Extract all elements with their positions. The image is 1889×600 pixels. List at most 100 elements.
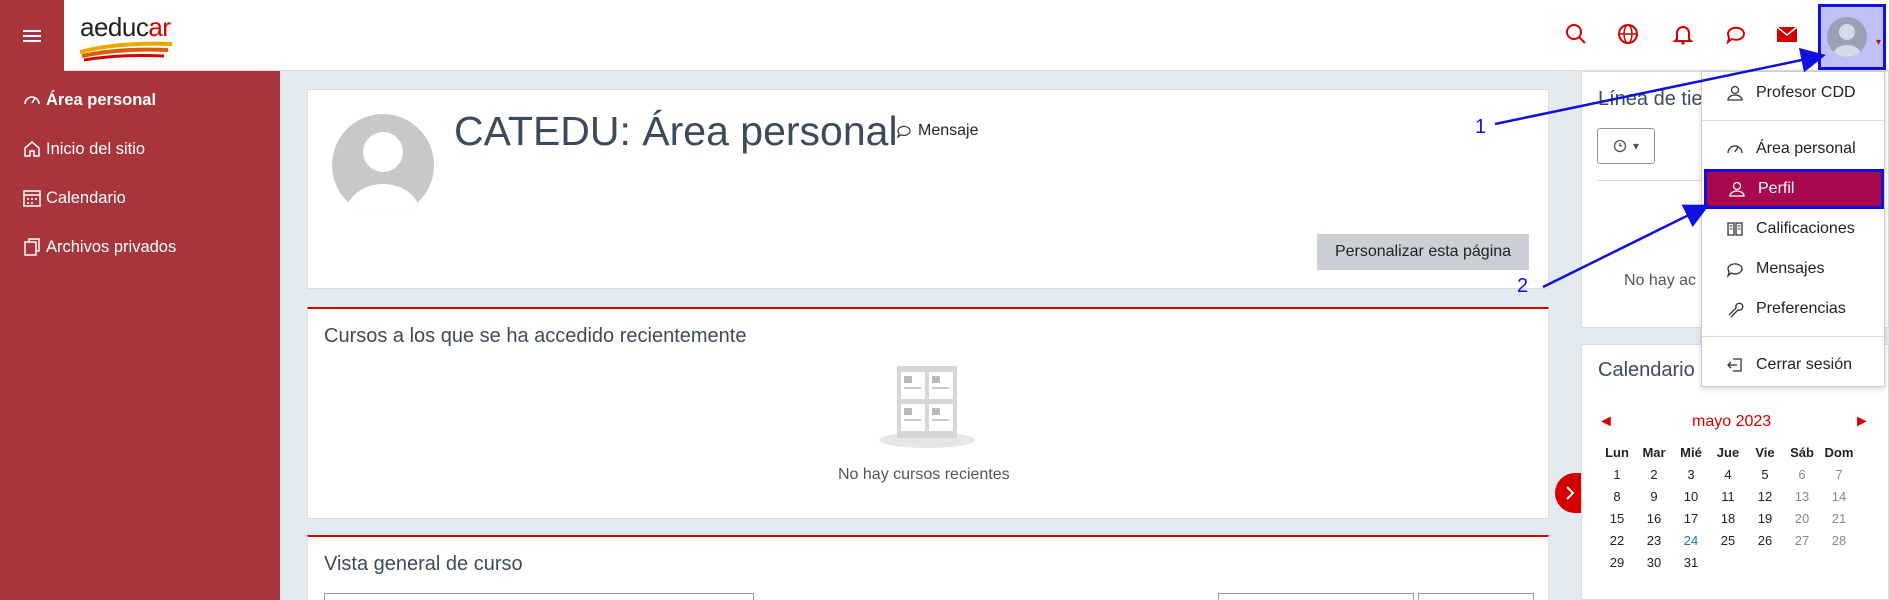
calendar-day[interactable]: 7 xyxy=(1820,467,1858,482)
calendar-day[interactable]: 12 xyxy=(1746,489,1784,504)
calendar-day[interactable]: 1 xyxy=(1598,467,1636,482)
empty-state-text: No hay ac xyxy=(1624,272,1697,289)
bell-icon[interactable] xyxy=(1669,20,1697,48)
hamburger-icon xyxy=(23,29,41,42)
calendar-day[interactable]: 17 xyxy=(1672,511,1710,526)
calendar-day[interactable]: 27 xyxy=(1783,533,1821,548)
search-icon[interactable] xyxy=(1562,20,1590,48)
calendar-day[interactable]: 14 xyxy=(1820,489,1858,504)
timeline-filter-select[interactable]: ▾ xyxy=(1597,128,1655,164)
mail-icon[interactable] xyxy=(1773,20,1801,48)
user-menu-dropdown: Profesor CDD Área personal Perfil Califi… xyxy=(1701,71,1885,387)
calendar-next-button[interactable]: ► xyxy=(1854,413,1870,431)
block-title: Cursos a los que se ha accedido reciente… xyxy=(324,325,747,347)
calendar-day[interactable]: 3 xyxy=(1672,467,1710,482)
menu-item-label: Mensajes xyxy=(1756,260,1825,277)
view-dropdown[interactable] xyxy=(1418,593,1534,600)
calendar-day[interactable]: 26 xyxy=(1746,533,1784,548)
sidebar-item-label: Calendario xyxy=(46,188,126,207)
menu-item-label: Preferencias xyxy=(1756,300,1846,317)
menu-toggle-button[interactable] xyxy=(0,0,64,71)
calendar-month-label: mayo 2023 xyxy=(1692,413,1772,430)
sort-dropdown[interactable] xyxy=(1218,593,1414,600)
menu-item-perfil[interactable]: Perfil xyxy=(1704,169,1884,209)
menu-item-area-personal[interactable]: Área personal xyxy=(1702,129,1884,169)
calendar-day[interactable]: 11 xyxy=(1709,489,1747,504)
calendar-day[interactable]: 24 xyxy=(1672,533,1710,548)
calendar-day[interactable]: 22 xyxy=(1598,533,1636,548)
site-logo[interactable]: aeducar xyxy=(78,10,178,62)
sidebar-item-area-personal[interactable]: Área personal xyxy=(22,88,156,112)
globe-icon[interactable] xyxy=(1614,20,1642,48)
calendar-day[interactable]: 18 xyxy=(1709,511,1747,526)
empty-state-text: No hay cursos recientes xyxy=(838,466,1010,483)
block-title: Vista general de curso xyxy=(324,553,523,575)
calendar-day[interactable]: 19 xyxy=(1746,511,1784,526)
sidebar-item-inicio[interactable]: Inicio del sitio xyxy=(22,137,145,161)
menu-item-label: Perfil xyxy=(1758,180,1795,197)
sidebar-item-label: Archivos privados xyxy=(46,237,177,256)
dashboard-icon xyxy=(1727,145,1743,154)
calendar-day[interactable]: 16 xyxy=(1635,511,1673,526)
home-icon xyxy=(24,141,40,157)
clock-icon xyxy=(1613,139,1627,153)
user-icon xyxy=(1727,85,1743,101)
menu-item-profesor[interactable]: Profesor CDD xyxy=(1702,73,1884,113)
courses-empty-icon xyxy=(879,364,975,448)
customize-page-button[interactable]: Personalizar esta página xyxy=(1317,234,1529,270)
calendar-day[interactable]: 8 xyxy=(1598,489,1636,504)
calendar-day[interactable]: 15 xyxy=(1598,511,1636,526)
calendar-weekday: Mié xyxy=(1680,445,1702,460)
sidebar-item-calendario[interactable]: Calendario xyxy=(22,186,126,210)
calendar-day[interactable]: 5 xyxy=(1746,467,1784,482)
calendar-day[interactable]: 10 xyxy=(1672,489,1710,504)
avatar xyxy=(1827,17,1867,57)
calendar-day[interactable]: 6 xyxy=(1783,467,1821,482)
chevron-down-icon: ▾ xyxy=(1875,37,1881,48)
block-title: Calendario xyxy=(1598,359,1695,381)
menu-item-preferencias[interactable]: Preferencias xyxy=(1702,289,1884,329)
message-link[interactable]: Mensaje xyxy=(896,122,978,140)
menu-item-label: Área personal xyxy=(1756,140,1856,157)
annotation-label-1: 1 xyxy=(1475,116,1487,138)
calendar-day[interactable]: 13 xyxy=(1783,489,1821,504)
calendar-day[interactable]: 4 xyxy=(1709,467,1747,482)
left-sidebar: Área personal Inicio del sitio Calendari… xyxy=(0,71,280,600)
calendar-day[interactable]: 2 xyxy=(1635,467,1673,482)
calendar-prev-button[interactable]: ◄ xyxy=(1598,413,1614,431)
sidebar-item-label: Área personal xyxy=(46,90,157,109)
calendar-day[interactable]: 28 xyxy=(1820,533,1858,548)
files-icon xyxy=(24,238,40,256)
calendar-day[interactable]: 30 xyxy=(1635,555,1673,570)
page-header-card: CATEDU: Área personal Mensaje Personaliz… xyxy=(307,89,1549,289)
menu-item-mensajes[interactable]: Mensajes xyxy=(1702,249,1884,289)
calendar-day[interactable]: 25 xyxy=(1709,533,1747,548)
menu-item-cerrar-sesion[interactable]: Cerrar sesión xyxy=(1702,345,1884,385)
profile-avatar[interactable] xyxy=(332,114,434,216)
user-icon xyxy=(1729,181,1745,197)
menu-item-calificaciones[interactable]: Calificaciones xyxy=(1702,209,1884,249)
menu-item-label: Calificaciones xyxy=(1756,220,1855,237)
calendar-weekday: Sáb xyxy=(1790,445,1814,460)
calendar-weekday: Vie xyxy=(1755,445,1775,460)
recent-courses-block: Cursos a los que se ha accedido reciente… xyxy=(307,307,1549,519)
annotation-label-2: 2 xyxy=(1517,275,1529,297)
chat-icon[interactable] xyxy=(1722,20,1750,48)
sidebar-item-archivos[interactable]: Archivos privados xyxy=(22,235,176,259)
menu-item-label: Profesor CDD xyxy=(1756,84,1856,101)
menu-divider xyxy=(1702,120,1884,121)
calendar-day[interactable]: 21 xyxy=(1820,511,1858,526)
course-overview-block: Vista general de curso xyxy=(307,535,1549,600)
calendar-day[interactable]: 20 xyxy=(1783,511,1821,526)
calendar-day[interactable]: 23 xyxy=(1635,533,1673,548)
calendar-weekday: Mar xyxy=(1642,445,1666,460)
menu-divider xyxy=(1702,336,1884,337)
calendar-day[interactable]: 29 xyxy=(1598,555,1636,570)
calendar-day[interactable]: 9 xyxy=(1635,489,1673,504)
top-navbar: aeducar ▾ xyxy=(0,0,1889,71)
filter-dropdown[interactable] xyxy=(324,593,754,600)
menu-item-label: Cerrar sesión xyxy=(1756,356,1853,373)
block-title: Línea de tie xyxy=(1598,88,1703,110)
calendar-day[interactable]: 31 xyxy=(1672,555,1710,570)
user-menu-button[interactable]: ▾ xyxy=(1818,4,1886,70)
